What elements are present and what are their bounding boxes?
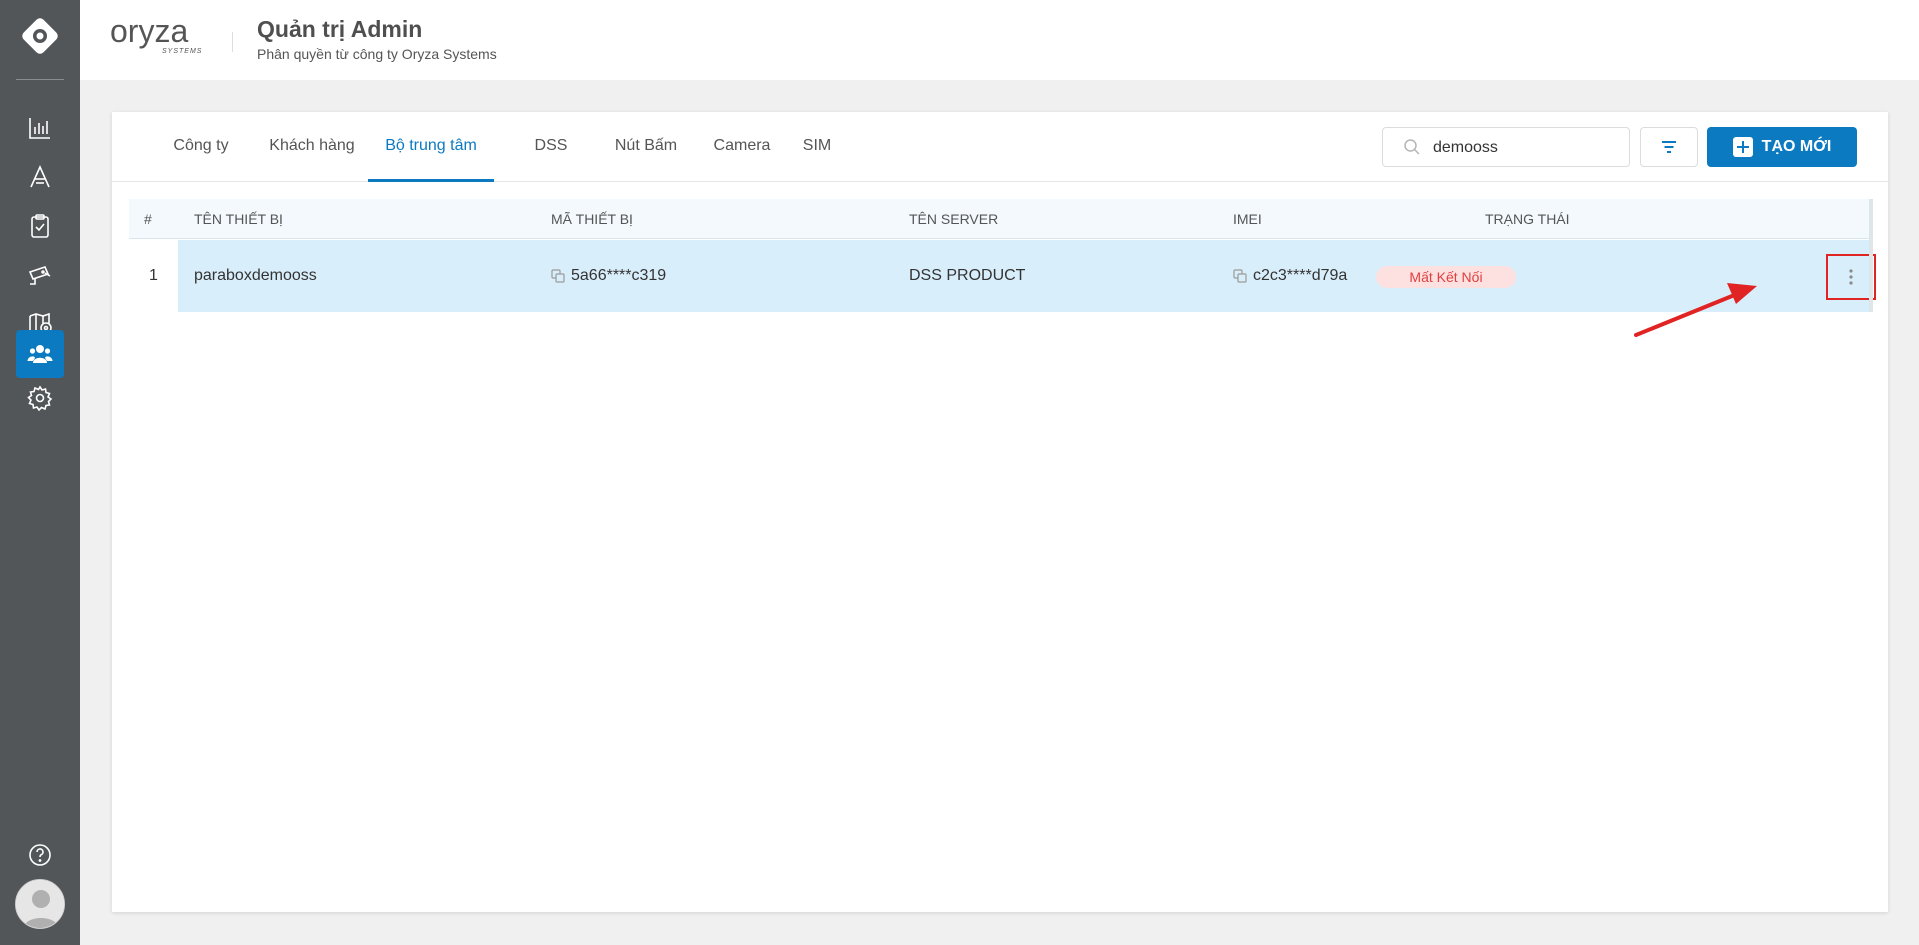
device-code-text: 5a66****c319	[571, 267, 667, 284]
more-vertical-icon	[1849, 269, 1853, 285]
sidebar-item-camera[interactable]	[16, 251, 64, 299]
row-index: 1	[149, 267, 158, 284]
search-input[interactable]	[1433, 136, 1623, 160]
tab-dss[interactable]: DSS	[521, 112, 581, 182]
user-avatar-icon	[16, 880, 64, 928]
status-badge: Mất Kết Nối	[1376, 266, 1516, 288]
filter-icon	[1662, 141, 1676, 153]
search-icon	[1404, 139, 1420, 155]
tab-bo-trung-tam[interactable]: Bộ trung tâm	[368, 112, 494, 182]
tab-cong-ty[interactable]: Công ty	[161, 112, 241, 182]
col-index: #	[144, 211, 152, 227]
col-status: TRẠNG THÁI	[1485, 211, 1570, 227]
tab-sim[interactable]: SIM	[792, 112, 842, 182]
cctv-camera-icon	[28, 266, 51, 285]
svg-text:SYSTEMS: SYSTEMS	[162, 48, 202, 55]
imei-text: c2c3****d79a	[1253, 267, 1348, 284]
col-device-code: MÃ THIẾT BỊ	[551, 211, 633, 227]
col-device-name: TÊN THIẾT BỊ	[194, 211, 283, 227]
gear-icon	[27, 385, 53, 411]
create-new-label: TẠO MỚI	[1761, 138, 1832, 155]
sidebar-item-help[interactable]	[16, 831, 64, 879]
svg-text:oryza: oryza	[110, 14, 188, 49]
cell-server: DSS PRODUCT	[909, 267, 1026, 284]
top-header: oryza SYSTEMS Quản trị Admin Phân quyền …	[80, 0, 1919, 80]
col-imei: IMEI	[1233, 211, 1262, 227]
col-server: TÊN SERVER	[909, 211, 999, 227]
font-icon	[30, 165, 50, 188]
search-box	[1382, 127, 1630, 167]
sidebar-item-reports[interactable]	[16, 104, 64, 152]
cell-device-code: 5a66****c319	[551, 240, 666, 312]
table-header: # TÊN THIẾT BỊ MÃ THIẾT BỊ TÊN SERVER IM…	[129, 199, 1869, 239]
copy-icon[interactable]	[1233, 269, 1247, 283]
tab-khach-hang[interactable]: Khách hàng	[257, 112, 367, 182]
bar-chart-icon	[29, 118, 50, 139]
table-row[interactable]: paraboxdemooss 5a66****c319 DSS PRODUCT …	[178, 240, 1876, 312]
header-separator	[232, 32, 233, 52]
cell-device-name: paraboxdemooss	[194, 267, 317, 284]
help-icon	[29, 844, 51, 866]
sidebar-divider	[16, 79, 64, 80]
create-new-button[interactable]: TẠO MỚI	[1707, 127, 1857, 167]
main-card: Công ty Khách hàng Bộ trung tâm DSS Nút …	[112, 112, 1888, 912]
copy-icon[interactable]	[551, 269, 565, 283]
table-scrollbar[interactable]	[1869, 199, 1873, 312]
app-logo-icon[interactable]	[20, 16, 60, 56]
sidebar-item-font[interactable]	[16, 153, 64, 201]
sidebar-item-tasks[interactable]	[16, 202, 64, 250]
page-subtitle: Phân quyền từ công ty Oryza Systems	[257, 46, 497, 62]
brand-logo: oryza SYSTEMS	[110, 14, 202, 55]
cell-imei: c2c3****d79a	[1233, 240, 1347, 312]
page-title: Quản trị Admin	[257, 16, 423, 42]
filter-button[interactable]	[1640, 127, 1698, 167]
clipboard-check-icon	[31, 214, 49, 238]
sidebar-item-users[interactable]	[16, 330, 64, 378]
plus-icon	[1732, 137, 1753, 157]
user-avatar[interactable]	[15, 879, 65, 929]
tab-nut-bam[interactable]: Nút Bấm	[601, 112, 691, 182]
sidebar-item-settings[interactable]	[16, 374, 64, 422]
sidebar	[0, 0, 80, 945]
users-icon	[27, 345, 53, 363]
tab-camera[interactable]: Camera	[702, 112, 782, 182]
